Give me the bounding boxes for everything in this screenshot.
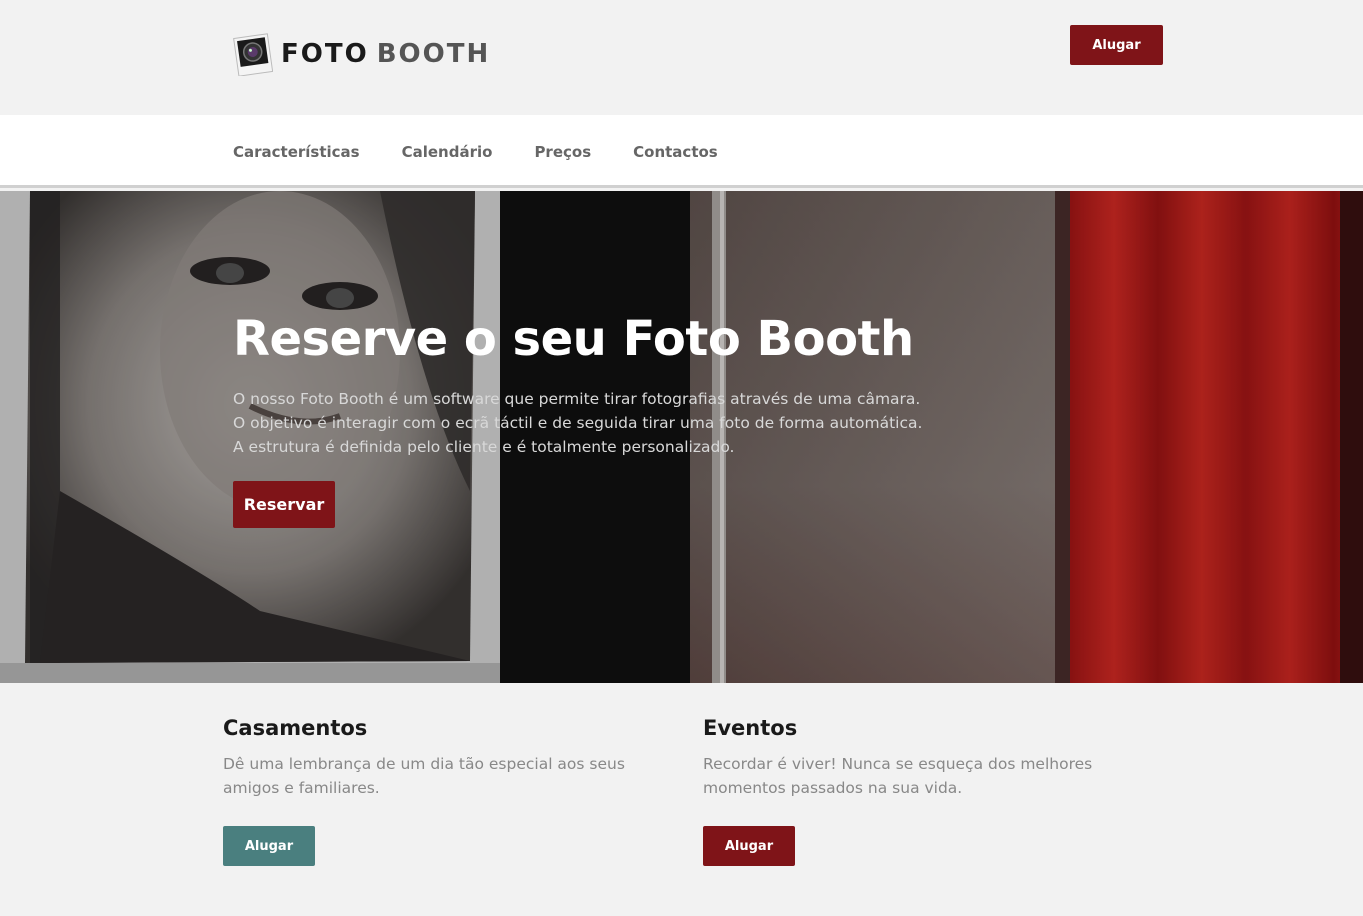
header-rent-button[interactable]: Alugar [1070, 25, 1163, 65]
feature-title: Eventos [703, 716, 798, 740]
feature-description: Recordar é viver! Nunca se esqueça dos m… [703, 755, 1093, 797]
hero-banner: Reserve o seu Foto Booth O nosso Foto Bo… [0, 191, 1363, 683]
site-logo[interactable]: FOTO BOOTH [233, 32, 490, 77]
nav-item-precos[interactable]: Preços [534, 143, 591, 161]
hero-content: Reserve o seu Foto Booth O nosso Foto Bo… [233, 309, 933, 459]
feature-description: Dê uma lembrança de um dia tão especial … [223, 755, 625, 797]
nav-item-calendario[interactable]: Calendário [402, 143, 493, 161]
camera-photo-icon [233, 32, 274, 77]
nav-item-caracteristicas[interactable]: Características [233, 143, 360, 161]
nav-item-contactos[interactable]: Contactos [633, 143, 718, 161]
feature-eventos: Eventos Recordar é viver! Nunca se esque… [703, 713, 1163, 866]
hero-description: O nosso Foto Booth é um software que per… [233, 390, 923, 456]
rent-events-button[interactable]: Alugar [703, 826, 795, 866]
main-navigation: Características Calendário Preços Contac… [0, 115, 1363, 188]
logo-text: FOTO BOOTH [281, 39, 490, 69]
rent-weddings-button[interactable]: Alugar [223, 826, 315, 866]
hero-title: Reserve o seu Foto Booth [233, 311, 914, 367]
logo-word-booth: BOOTH [376, 39, 491, 69]
reserve-button[interactable]: Reservar [233, 481, 335, 528]
feature-title: Casamentos [223, 716, 368, 740]
nav-links: Características Calendário Preços Contac… [233, 115, 760, 188]
logo-word-foto: FOTO [281, 39, 369, 69]
top-header: FOTO BOOTH Alugar [0, 0, 1363, 115]
feature-casamentos: Casamentos Dê uma lembrança de um dia tã… [223, 713, 683, 866]
